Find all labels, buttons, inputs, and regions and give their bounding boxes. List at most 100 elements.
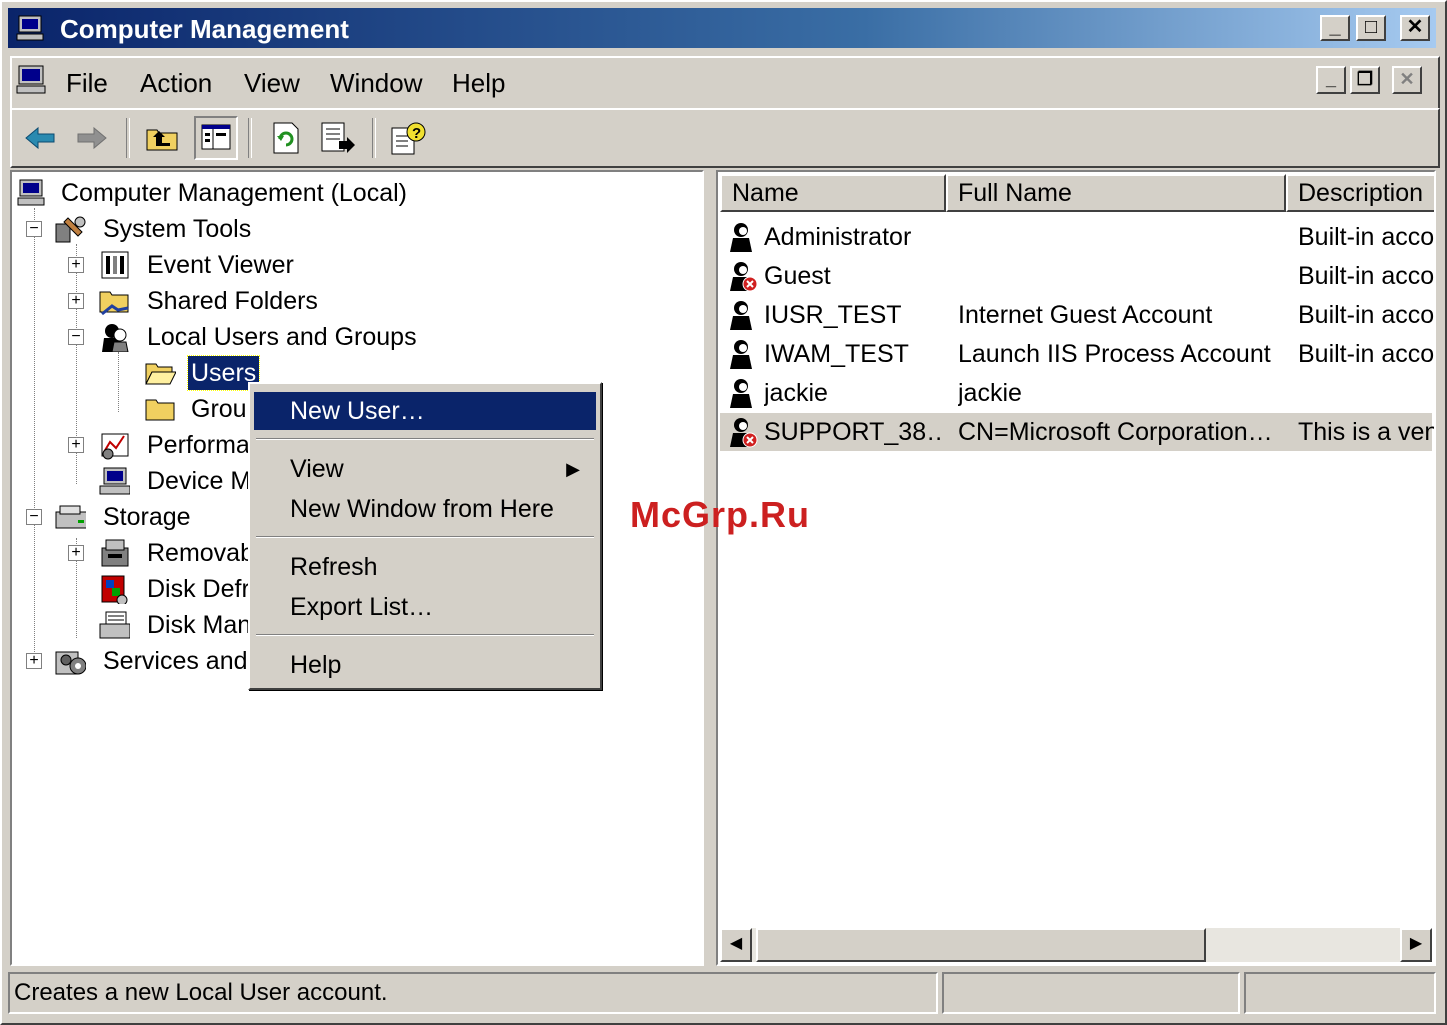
back-button[interactable]: [18, 116, 62, 160]
toolbar-separator: [372, 118, 376, 158]
scroll-thumb[interactable]: [756, 928, 1206, 962]
status-bar-panel: [942, 972, 1240, 1014]
menu-item-view[interactable]: View ▶: [254, 450, 596, 488]
menu-separator: [256, 634, 594, 636]
console-icon[interactable]: [16, 64, 48, 96]
back-icon: [25, 126, 55, 150]
minimize-button[interactable]: _: [1320, 15, 1350, 41]
collapse-icon[interactable]: −: [68, 329, 84, 345]
cell-name: SUPPORT_38…: [764, 418, 944, 446]
tree-label: Local Users and Groups: [147, 323, 417, 351]
disk-defragmenter-icon: [101, 575, 128, 604]
cell-description: Built-in accou: [1298, 301, 1436, 329]
computer-icon: [17, 179, 45, 206]
table-row[interactable]: jackie jackie: [720, 374, 1432, 412]
title-bar[interactable]: Computer Management _ □ ✕: [8, 8, 1436, 48]
menu-item-export-list[interactable]: Export List…: [254, 588, 596, 626]
menu-item-help[interactable]: Help: [254, 646, 596, 684]
system-tools-icon: [55, 216, 86, 243]
collapse-icon[interactable]: −: [26, 509, 42, 525]
user-icon: [730, 340, 752, 369]
table-row[interactable]: Guest Built-in accou: [720, 257, 1434, 295]
table-row[interactable]: Administrator Built-in accou: [720, 218, 1434, 256]
menu-bar: File Action View Window Help _ ❐ ✕: [10, 56, 1440, 110]
column-header-full-name[interactable]: Full Name: [946, 174, 1286, 212]
device-manager-icon: [99, 467, 130, 495]
table-row[interactable]: SUPPORT_38… CN=Microsoft Corporation… This…: [720, 413, 1434, 451]
menu-file[interactable]: File: [66, 68, 108, 99]
menu-help[interactable]: Help: [452, 68, 505, 99]
tree-label: Disk Defr: [147, 575, 250, 603]
user-icon: [730, 379, 752, 408]
disk-management-icon: [99, 611, 130, 639]
shared-folder-icon: [99, 291, 129, 316]
user-icon: [730, 301, 752, 330]
show-hide-tree-button[interactable]: [194, 116, 238, 160]
performance-icon: [101, 433, 129, 460]
menu-view[interactable]: View: [244, 68, 300, 99]
menu-separator: [256, 438, 594, 440]
export-list-button[interactable]: [316, 116, 360, 160]
svg-text:?: ?: [412, 125, 421, 142]
close-button[interactable]: ✕: [1400, 15, 1430, 41]
context-menu: New User… View ▶ New Window from Here Re…: [248, 382, 602, 690]
cell-full-name: CN=Microsoft Corporation…: [958, 418, 1273, 446]
toolbar-separator: [248, 118, 252, 158]
horizontal-scrollbar[interactable]: ◀ ▶: [720, 928, 1432, 962]
cell-full-name: Internet Guest Account: [958, 301, 1213, 329]
tree-label: Storage: [103, 503, 191, 531]
refresh-icon: [273, 122, 299, 154]
maximize-button[interactable]: □: [1356, 15, 1386, 41]
scroll-left-button[interactable]: ◀: [720, 928, 752, 962]
menu-item-refresh[interactable]: Refresh: [254, 548, 596, 586]
toolbar: ?: [10, 108, 1440, 168]
tree-label: Event Viewer: [147, 251, 294, 279]
cell-name: IUSR_TEST: [764, 301, 902, 329]
tree-label: Shared Folders: [147, 287, 318, 315]
menu-item-new-window[interactable]: New Window from Here: [254, 490, 596, 528]
computer-icon: [16, 15, 44, 41]
expand-icon[interactable]: +: [68, 293, 84, 309]
cell-name: jackie: [764, 379, 828, 407]
open-folder-icon: [145, 363, 176, 385]
menu-item-new-user[interactable]: New User…: [254, 392, 596, 430]
up-level-icon: [146, 129, 178, 151]
up-level-button[interactable]: [140, 116, 184, 160]
column-header-description[interactable]: Description: [1286, 174, 1434, 212]
refresh-button[interactable]: [264, 116, 308, 160]
folder-icon: [145, 399, 175, 421]
expand-icon[interactable]: +: [68, 257, 84, 273]
cell-description: Built-in accou: [1298, 262, 1436, 290]
menu-action[interactable]: Action: [140, 68, 212, 99]
cell-name: Administrator: [764, 223, 912, 251]
forward-icon: [77, 126, 107, 150]
storage-icon: [55, 505, 86, 529]
table-row[interactable]: IUSR_TEST Internet Guest Account Built-in …: [720, 296, 1434, 334]
disabled-user-icon: [730, 262, 758, 292]
menu-window[interactable]: Window: [330, 68, 422, 99]
cell-full-name: jackie: [958, 379, 1022, 407]
submenu-arrow-icon: ▶: [566, 459, 580, 479]
tree-line: [34, 208, 35, 664]
tree-label: System Tools: [103, 215, 252, 243]
expand-icon[interactable]: +: [26, 653, 42, 669]
help-icon: ?: [391, 122, 426, 155]
watermark: McGrp.Ru: [630, 494, 811, 535]
export-list-icon: [321, 122, 355, 153]
mdi-minimize-button[interactable]: _: [1316, 66, 1346, 94]
users-groups-icon: [102, 324, 129, 352]
forward-button[interactable]: [70, 116, 114, 160]
user-icon: [730, 223, 752, 252]
help-button[interactable]: ?: [386, 116, 430, 160]
column-header-name[interactable]: Name: [720, 174, 946, 212]
tree-label: Device M: [147, 467, 252, 495]
collapse-icon[interactable]: −: [26, 221, 42, 237]
mdi-close-button[interactable]: ✕: [1392, 66, 1422, 94]
services-icon: [55, 651, 86, 675]
scroll-right-button[interactable]: ▶: [1400, 928, 1432, 962]
status-bar-panel: [1244, 972, 1436, 1014]
mdi-restore-button[interactable]: ❐: [1350, 66, 1380, 94]
expand-icon[interactable]: +: [68, 545, 84, 561]
table-row[interactable]: IWAM_TEST Launch IIS Process Account Built…: [720, 335, 1434, 373]
expand-icon[interactable]: +: [68, 437, 84, 453]
